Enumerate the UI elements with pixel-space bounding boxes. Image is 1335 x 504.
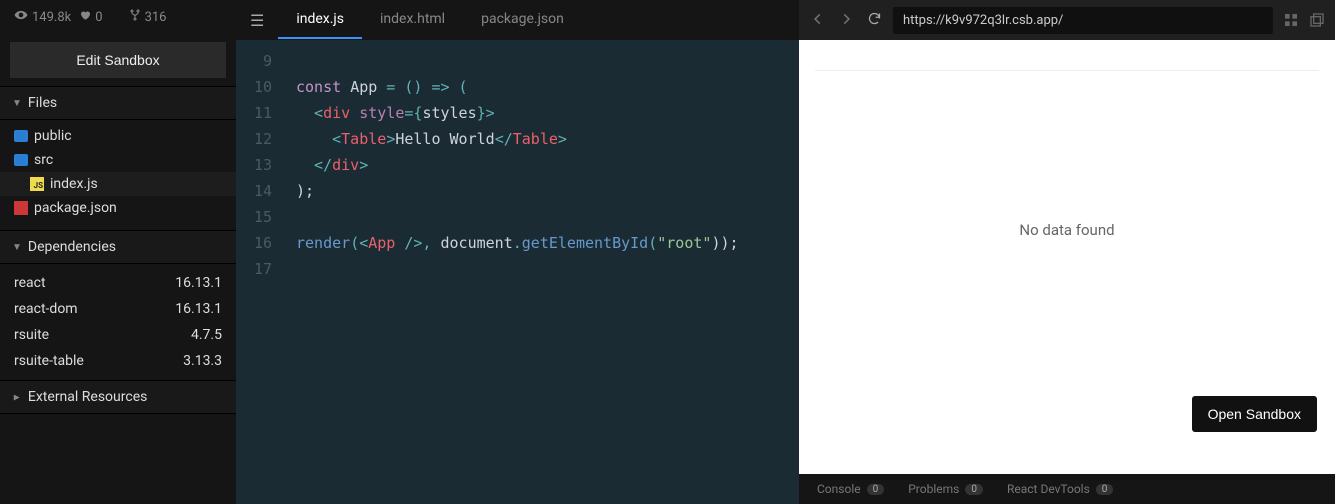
browser-bar: https://k9v972q3lr.csb.app/	[799, 0, 1335, 40]
files-label: Files	[28, 95, 57, 111]
file-src[interactable]: src	[0, 148, 236, 172]
npm-icon	[14, 201, 28, 215]
file-package-json[interactable]: package.json	[0, 196, 236, 220]
devtab-label: Problems	[908, 482, 959, 496]
deps-label: Dependencies	[28, 239, 116, 255]
files-section-header[interactable]: ▼ Files	[0, 86, 236, 120]
likes-stat: 0	[79, 9, 102, 25]
code-content[interactable]: const App = () => ( <div style={styles}>…	[286, 40, 799, 504]
chevron-down-icon: ▼	[12, 98, 22, 109]
file-label: public	[34, 128, 72, 144]
fork-icon	[129, 8, 141, 26]
back-button[interactable]	[809, 11, 827, 30]
tab-package-json[interactable]: package.json	[463, 1, 582, 39]
file-label: package.json	[34, 200, 117, 216]
code-area[interactable]: 91011121314151617 const App = () => ( <d…	[236, 40, 799, 504]
dep-react[interactable]: react 16.13.1	[0, 270, 236, 296]
file-tree: public src JS index.js package.json	[0, 120, 236, 230]
js-icon: JS	[30, 177, 44, 191]
preview-body: No data found Open Sandbox	[799, 40, 1335, 474]
file-public[interactable]: public	[0, 124, 236, 148]
deps-list: react16.13.1react-dom16.13.1rsuite4.7.5r…	[0, 264, 236, 380]
dep-react-dom[interactable]: react-dom 16.13.1	[0, 296, 236, 322]
new-window-icon[interactable]	[1309, 12, 1325, 28]
devtab-console[interactable]: Console 0	[817, 482, 884, 496]
dep-version: 3.13.3	[183, 353, 222, 369]
forks-count: 316	[145, 10, 167, 25]
count-badge: 0	[867, 484, 885, 495]
dep-name: rsuite-table	[14, 353, 84, 369]
ext-section-header[interactable]: ▼ External Resources	[0, 380, 236, 414]
expand-icon[interactable]	[1283, 12, 1299, 28]
forward-button[interactable]	[837, 11, 855, 30]
url-bar[interactable]: https://k9v972q3lr.csb.app/	[893, 7, 1273, 34]
devtab-label: React DevTools	[1007, 482, 1090, 496]
no-data-message: No data found	[815, 70, 1319, 239]
devtab-react-devtools[interactable]: React DevTools 0	[1007, 482, 1113, 496]
views-count: 149.8k	[32, 10, 71, 25]
views-stat: 149.8k	[14, 8, 71, 26]
folder-icon	[14, 154, 28, 166]
tab-index-js[interactable]: index.js	[278, 1, 362, 39]
open-sandbox-button[interactable]: Open Sandbox	[1192, 396, 1317, 432]
tabs-container: index.jsindex.htmlpackage.json	[278, 1, 582, 39]
dep-name: react	[14, 275, 46, 291]
dep-rsuite[interactable]: rsuite 4.7.5	[0, 322, 236, 348]
stats-row: 149.8k 0 316	[0, 0, 236, 34]
edit-sandbox-button[interactable]: Edit Sandbox	[10, 42, 226, 78]
devtools-bar: Console 0 Problems 0 React DevTools 0	[799, 474, 1335, 504]
file-label: src	[34, 152, 53, 168]
chevron-right-icon: ▼	[11, 392, 22, 402]
eye-icon	[14, 8, 28, 26]
chevron-down-icon: ▼	[12, 242, 22, 253]
file-label: index.js	[50, 176, 98, 192]
dep-version: 4.7.5	[191, 327, 222, 343]
gutter: 91011121314151617	[236, 40, 286, 504]
count-badge: 0	[1096, 484, 1114, 495]
count-badge: 0	[965, 484, 983, 495]
dep-version: 16.13.1	[175, 275, 222, 291]
ext-label: External Resources	[28, 389, 147, 405]
dep-rsuite-table[interactable]: rsuite-table 3.13.3	[0, 348, 236, 374]
editor-panel: ☰ index.jsindex.htmlpackage.json 9101112…	[236, 0, 799, 504]
hamburger-icon[interactable]: ☰	[236, 11, 278, 30]
devtab-problems[interactable]: Problems 0	[908, 482, 983, 496]
folder-icon	[14, 130, 28, 142]
dep-version: 16.13.1	[175, 301, 222, 317]
reload-button[interactable]	[865, 11, 883, 30]
devtab-label: Console	[817, 482, 861, 496]
file-index-js[interactable]: JS index.js	[0, 172, 236, 196]
forks-stat: 316	[129, 8, 167, 26]
preview-panel: https://k9v972q3lr.csb.app/ No data foun…	[799, 0, 1335, 504]
dep-name: react-dom	[14, 301, 78, 317]
likes-count: 0	[95, 10, 102, 25]
tab-bar: ☰ index.jsindex.htmlpackage.json	[236, 0, 799, 40]
tab-index-html[interactable]: index.html	[362, 1, 463, 39]
heart-icon	[79, 9, 91, 25]
deps-section-header[interactable]: ▼ Dependencies	[0, 230, 236, 264]
dep-name: rsuite	[14, 327, 49, 343]
sidebar: 149.8k 0 316 Edit Sandbox ▼ Files public…	[0, 0, 236, 504]
